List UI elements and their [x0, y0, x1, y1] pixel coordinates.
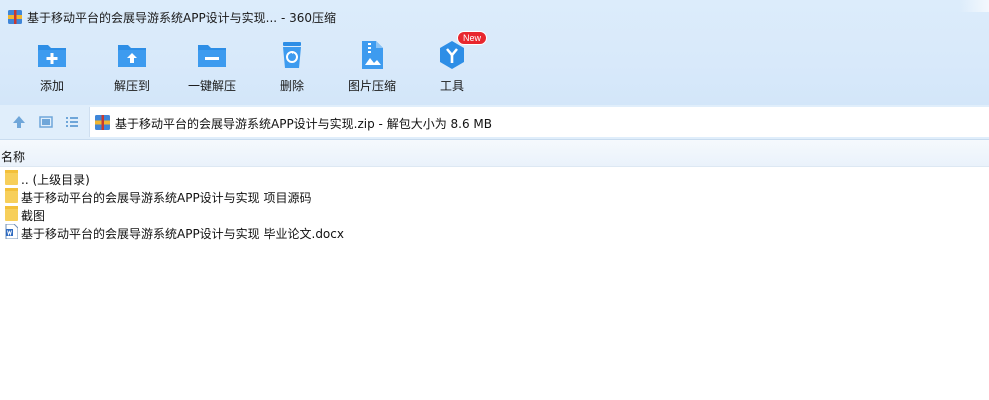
- one-click-extract-label: 一键解压: [187, 79, 236, 93]
- folder-icon: [5, 188, 18, 203]
- address-path: 基于移动平台的会展导游系统APP设计与实现.zip - 解包大小为 8.6 MB: [115, 117, 493, 131]
- extract-to-icon: [116, 39, 148, 71]
- image-compress-button[interactable]: 图片压缩: [332, 34, 412, 100]
- list-item-parent-directory[interactable]: .. (上级目录): [0, 169, 400, 187]
- navigation-bar: 基于移动平台的会展导游系统APP设计与实现.zip - 解包大小为 8.6 MB: [0, 105, 989, 140]
- address-bar[interactable]: 基于移动平台的会展导游系统APP设计与实现.zip - 解包大小为 8.6 MB: [89, 107, 989, 137]
- one-click-extract-button[interactable]: 一键解压: [172, 34, 252, 100]
- recycle-bin-icon: [276, 39, 308, 71]
- app-window: 基于移动平台的会展导游系统APP设计与实现... - 360压缩 添加 解压到 …: [0, 0, 989, 400]
- add-folder-icon: [36, 39, 68, 71]
- list-item-source-folder[interactable]: 基于移动平台的会展导游系统APP设计与实现 项目源码: [0, 187, 400, 205]
- list-view-icon[interactable]: [64, 114, 80, 130]
- archive-app-icon: [8, 10, 22, 24]
- tools-label: 工具: [439, 79, 464, 93]
- toolbar: 添加 解压到 一键解压 删除 图片压缩 New 工具: [0, 31, 989, 105]
- extract-to-label: 解压到: [113, 79, 150, 93]
- title-bar: 基于移动平台的会展导游系统APP设计与实现... - 360压缩: [0, 0, 989, 34]
- top-band: 基于移动平台的会展导游系统APP设计与实现... - 360压缩 添加 解压到 …: [0, 0, 989, 105]
- word-document-icon: [5, 224, 18, 239]
- add-button[interactable]: 添加: [12, 34, 92, 100]
- extract-to-button[interactable]: 解压到: [92, 34, 172, 100]
- file-name: 基于移动平台的会展导游系统APP设计与实现 项目源码: [21, 191, 312, 205]
- file-name: 基于移动平台的会展导游系统APP设计与实现 毕业论文.docx: [21, 227, 344, 241]
- tools-button[interactable]: New 工具: [412, 31, 492, 100]
- image-compress-label: 图片压缩: [347, 79, 396, 93]
- column-header: 名称: [0, 140, 989, 167]
- file-name: 截图: [21, 209, 46, 223]
- up-arrow-icon[interactable]: [11, 114, 27, 130]
- delete-label: 删除: [279, 79, 304, 93]
- list-item-thesis-docx[interactable]: 基于移动平台的会展导游系统APP设计与实现 毕业论文.docx: [0, 223, 400, 241]
- delete-button[interactable]: 删除: [252, 34, 332, 100]
- file-name: .. (上级目录): [21, 173, 90, 187]
- new-badge: New: [457, 31, 488, 45]
- list-item-screenshots-folder[interactable]: 截图: [0, 205, 400, 223]
- folder-icon: [5, 170, 18, 185]
- folder-icon: [5, 206, 18, 221]
- file-list: 名称 .. (上级目录) 基于移动平台的会展导游系统APP设计与实现 项目源码: [0, 140, 989, 400]
- window-title: 基于移动平台的会展导游系统APP设计与实现... - 360压缩: [27, 11, 336, 25]
- add-label: 添加: [39, 79, 64, 93]
- title-fade: [959, 0, 989, 12]
- one-click-extract-icon: [196, 39, 228, 71]
- thumbnail-view-icon[interactable]: [38, 114, 54, 130]
- zip-archive-icon: [95, 115, 110, 130]
- image-compress-icon: [356, 39, 388, 71]
- column-name-header[interactable]: 名称: [1, 148, 25, 165]
